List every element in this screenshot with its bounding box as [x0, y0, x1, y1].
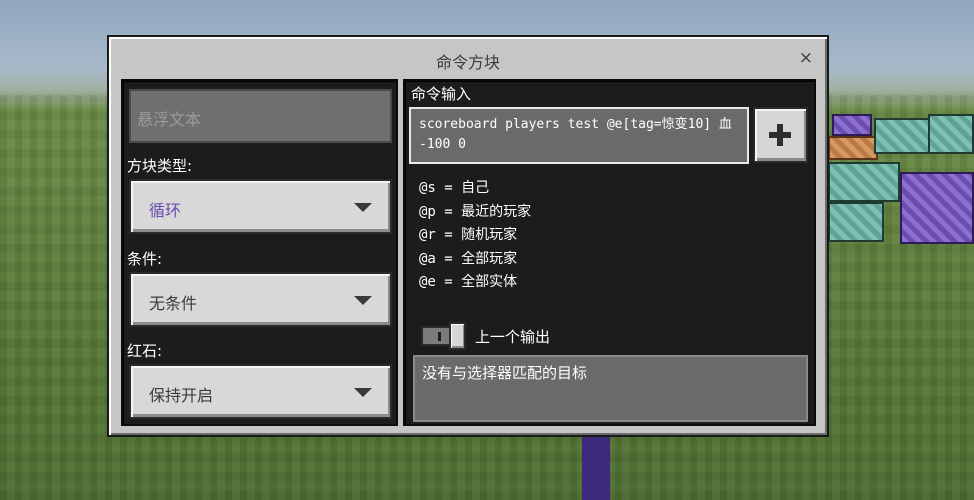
redstone-dropdown[interactable]: 保持开启 [129, 364, 392, 419]
block-type-value: 循环 [149, 201, 182, 220]
close-icon[interactable]: × [799, 49, 813, 67]
selector-help-item: @e = 全部实体 [419, 274, 518, 291]
previous-output-toggle[interactable] [421, 322, 467, 350]
command-blocks-scenery [828, 110, 974, 280]
settings-panel: 悬浮文本 方块类型: 循环 条件: 无条件 红石: 保持开启 [121, 79, 398, 426]
selector-help-list: @s = 自己 @p = 最近的玩家 @r = 随机玩家 @a = 全部玩家 @… [419, 177, 531, 295]
chevron-down-icon [354, 296, 372, 305]
selector-help-item: @a = 全部玩家 [419, 250, 518, 267]
selector-help-item: @r = 随机玩家 [419, 227, 518, 244]
command-input-label: 命令输入 [411, 85, 472, 103]
block-type-label: 方块类型: [127, 157, 193, 175]
purple-path-scenery [582, 436, 610, 500]
chevron-down-icon [354, 203, 372, 212]
redstone-value: 保持开启 [149, 386, 214, 405]
previous-output-label: 上一个输出 [475, 328, 551, 346]
chevron-down-icon [354, 388, 372, 397]
command-block-dialog: 命令方块 × 悬浮文本 方块类型: 循环 条件: 无条件 红石: 保持开启 命令… [107, 35, 829, 437]
selector-help-item: @s = 自己 [419, 180, 490, 196]
previous-output-box: 没有与选择器匹配的目标 [413, 355, 808, 422]
hover-text-input[interactable]: 悬浮文本 [129, 89, 392, 143]
condition-label: 条件: [127, 250, 163, 268]
command-panel: 命令输入 scoreboard players test @e[tag=惊变10… [403, 79, 816, 426]
dialog-title: 命令方块 [435, 53, 500, 72]
block-type-dropdown[interactable]: 循环 [129, 179, 392, 234]
command-input[interactable]: scoreboard players test @e[tag=惊变10] 血 -… [409, 107, 749, 164]
redstone-label: 红石: [127, 342, 163, 360]
condition-dropdown[interactable]: 无条件 [129, 272, 392, 327]
add-button[interactable] [753, 107, 808, 163]
selector-help-item: @p = 最近的玩家 [419, 203, 532, 220]
condition-value: 无条件 [149, 294, 198, 313]
